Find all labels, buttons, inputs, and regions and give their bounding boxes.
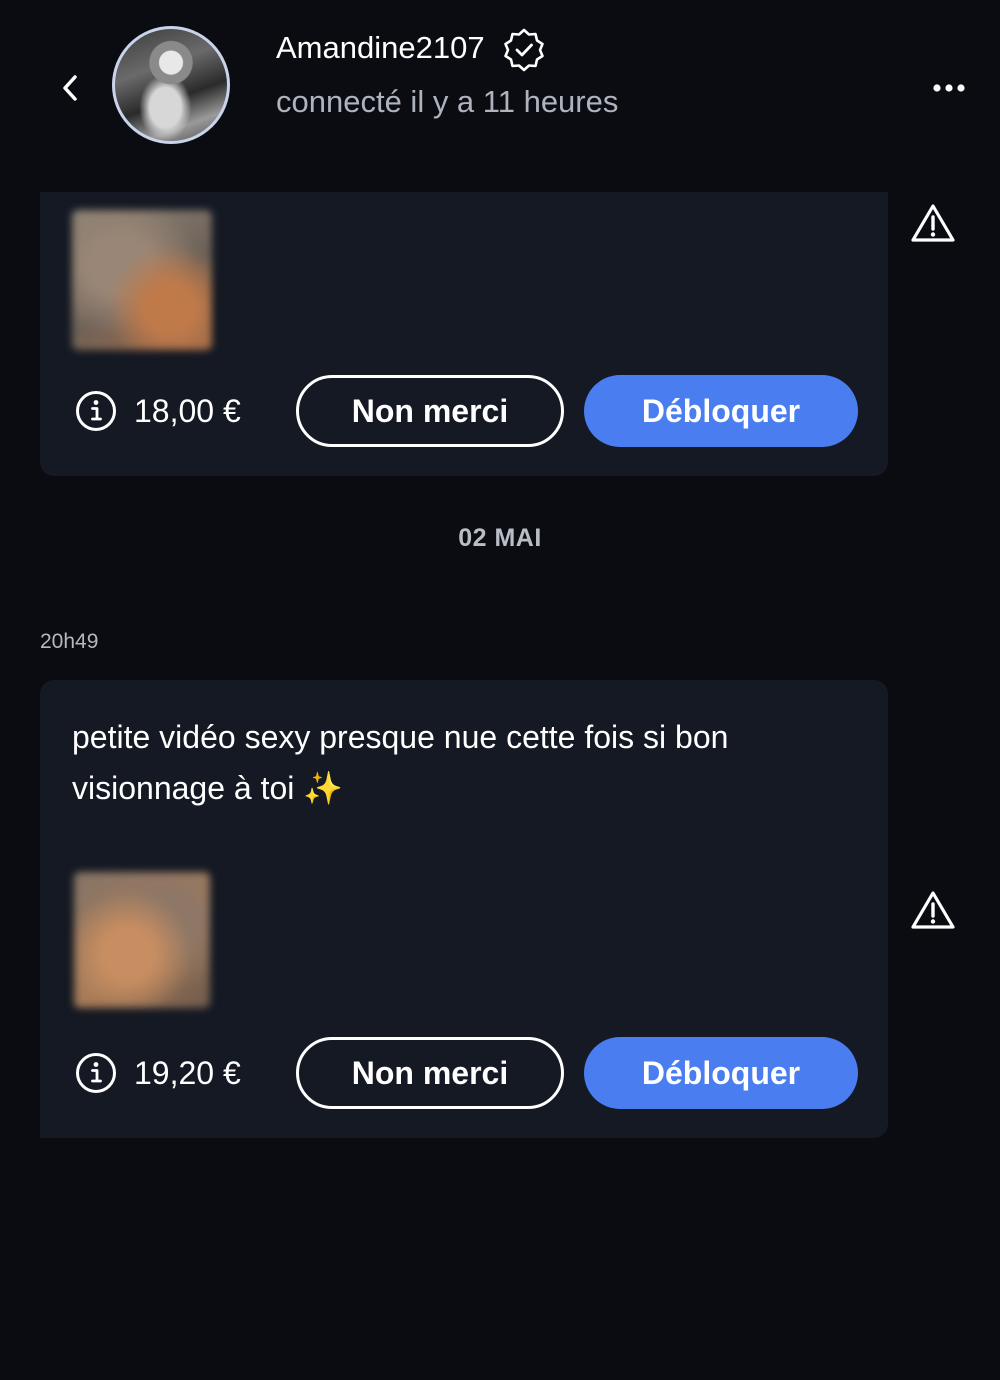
date-separator: 02 MAI bbox=[458, 524, 542, 552]
back-button[interactable] bbox=[52, 68, 88, 108]
unlock-button[interactable]: Débloquer bbox=[584, 375, 858, 447]
more-options-button[interactable] bbox=[926, 72, 972, 104]
info-icon[interactable] bbox=[75, 1052, 117, 1094]
message-text: petite vidéo sexy presque nue cette fois… bbox=[72, 719, 729, 806]
decline-button[interactable]: Non merci bbox=[296, 1037, 564, 1109]
info-icon[interactable] bbox=[75, 390, 117, 432]
unlock-row: 19,20 € Non merci Débloquer bbox=[40, 1037, 888, 1109]
chat-header: Amandine2107 connecté il y a 11 heures bbox=[0, 0, 1000, 175]
warning-triangle-icon[interactable] bbox=[910, 889, 956, 931]
media-price: 18,00 € bbox=[134, 393, 241, 429]
more-horizontal-icon bbox=[933, 84, 965, 92]
warning-triangle-icon[interactable] bbox=[910, 202, 956, 244]
locked-media-thumbnail[interactable] bbox=[72, 210, 212, 350]
message-time: 20h49 bbox=[40, 630, 99, 653]
decline-button[interactable]: Non merci bbox=[296, 375, 564, 447]
locked-media-thumbnail[interactable] bbox=[74, 872, 210, 1008]
avatar[interactable] bbox=[112, 26, 230, 144]
unlock-button[interactable]: Débloquer bbox=[584, 1037, 858, 1109]
media-price: 19,20 € bbox=[134, 1055, 241, 1091]
paid-media-message: petite vidéo sexy presque nue cette fois… bbox=[40, 680, 888, 1138]
verified-badge-icon bbox=[504, 28, 544, 72]
unlock-row: 18,00 € Non merci Débloquer bbox=[40, 375, 888, 447]
chevron-left-icon bbox=[63, 75, 77, 101]
paid-media-message: 18,00 € Non merci Débloquer bbox=[40, 192, 888, 476]
username[interactable]: Amandine2107 bbox=[276, 28, 485, 68]
last-seen-status: connecté il y a 11 heures bbox=[276, 84, 619, 119]
